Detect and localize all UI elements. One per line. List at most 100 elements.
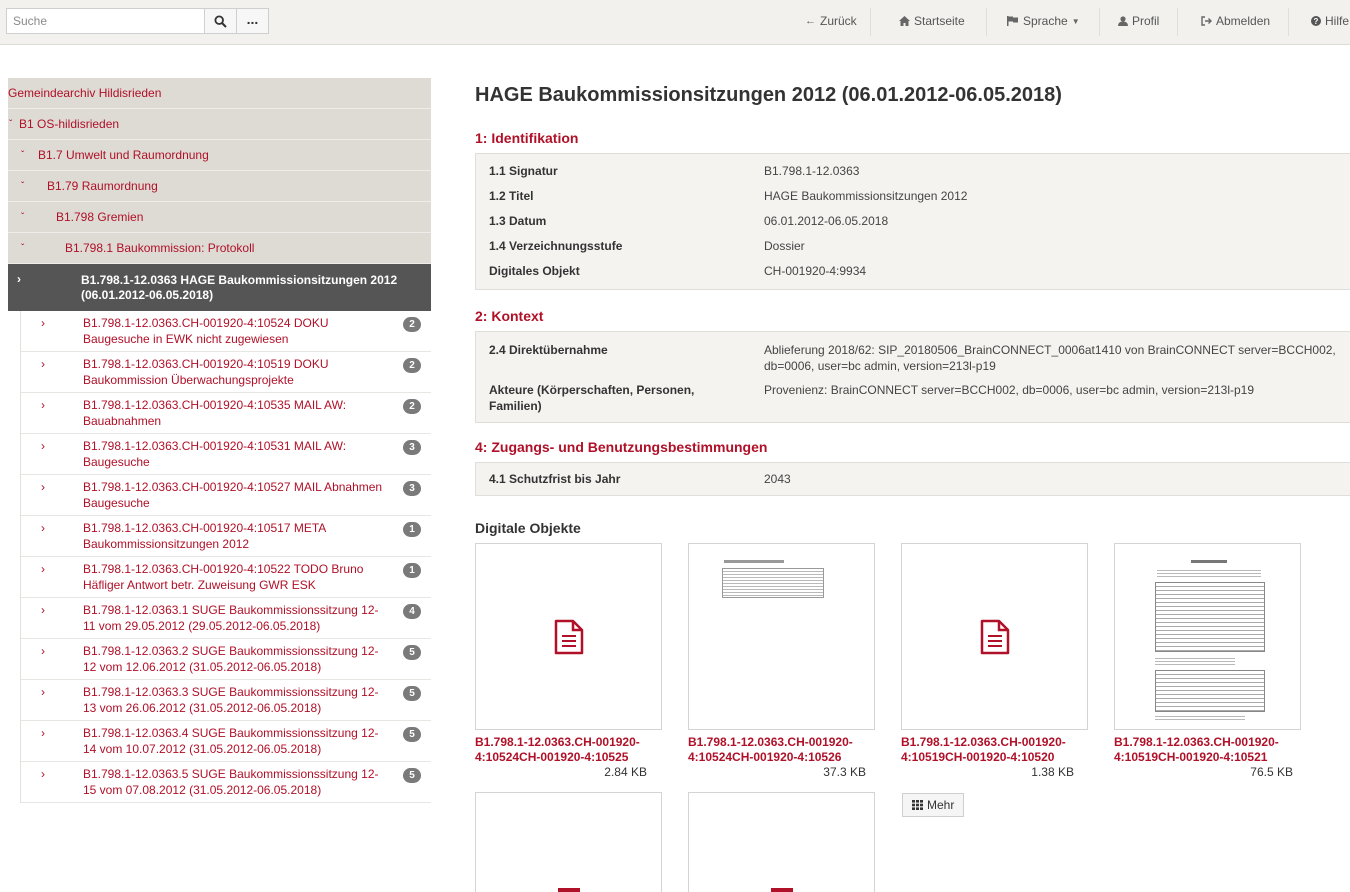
count-badge: 2 — [403, 317, 421, 332]
nav-help[interactable]: ? Hilfe — [1311, 14, 1349, 28]
caret-down-icon: ▼ — [1071, 16, 1080, 26]
section-title-context: 2: Kontext — [475, 308, 544, 324]
chevron-right-icon: › — [41, 357, 45, 371]
digital-object-link[interactable]: B1.798.1-12.0363.CH-001920-4:10524CH-001… — [475, 735, 665, 765]
tree-child-item[interactable]: › B1.798.1-12.0363.2 SUGE Baukommissionss… — [21, 639, 431, 680]
tree-child-label: B1.798.1-12.0363.3 SUGE Baukommissionssi… — [83, 685, 379, 715]
nav-profile[interactable]: Profil — [1118, 14, 1159, 28]
chevron-right-icon: › — [41, 726, 45, 740]
meta-row: 2.4 Direktübernahme Ablieferung 2018/62: … — [476, 342, 1350, 374]
tree-child-item[interactable]: › B1.798.1-12.0363.CH-001920-4:10531 MAIL… — [21, 434, 431, 475]
nav-language-dropdown[interactable]: Sprache ▼ — [1007, 14, 1080, 28]
tree-item-level-4[interactable]: ˇ B1.798 Gremien — [8, 202, 431, 233]
meta-row: 1.3 Datum 06.01.2012-06.05.2018 — [476, 208, 1350, 233]
tree-child-item[interactable]: › B1.798.1-12.0363.3 SUGE Baukommissionss… — [21, 680, 431, 721]
meta-value: Dossier — [764, 238, 805, 253]
tree-child-label: B1.798.1-12.0363.CH-001920-4:10524 DOKU … — [83, 316, 329, 346]
tree-child-item[interactable]: › B1.798.1-12.0363.1 SUGE Baukommissionss… — [21, 598, 431, 639]
flag-icon — [1007, 16, 1018, 26]
record-detail: HAGE Baukommissionsitzungen 2012 (06.01.… — [475, 80, 1350, 892]
nav-divider — [1177, 8, 1178, 36]
chevron-right-icon: › — [41, 644, 45, 658]
nav-divider — [1288, 8, 1289, 36]
more-button[interactable]: Mehr — [902, 793, 965, 817]
tree-item-label: B1.7 Umwelt und Raumordnung — [38, 148, 209, 162]
tree-child-label: B1.798.1-12.0363.2 SUGE Baukommissionssi… — [83, 644, 379, 674]
chevron-right-icon: › — [41, 685, 45, 699]
nav-profile-label: Profil — [1132, 14, 1160, 28]
tree-item-level-5[interactable]: ˇ B1.798.1 Baukommission: Protokoll — [8, 233, 431, 264]
digital-object-link[interactable]: B1.798.1-12.0363.CH-001920-4:10524CH-001… — [688, 735, 878, 765]
meta-row: Digitales Objekt CH-001920-4:9934 — [476, 258, 1350, 283]
count-badge: 5 — [403, 768, 421, 783]
meta-value: 2043 — [764, 472, 791, 486]
meta-row: 1.4 Verzeichnungsstufe Dossier — [476, 233, 1350, 258]
question-circle-icon: ? — [1311, 16, 1321, 26]
tree-child-item[interactable]: › B1.798.1-12.0363.CH-001920-4:10522 TODO… — [21, 557, 431, 598]
count-badge: 1 — [403, 563, 421, 578]
file-size: 37.3 KB — [823, 765, 866, 779]
top-navigation-bar: ... ← Zurück Startseite Sprache ▼ Profil — [0, 0, 1350, 45]
context-table: 2.4 Direktübernahme Ablieferung 2018/62: … — [475, 331, 1350, 423]
chevron-down-icon: ˇ — [9, 118, 13, 130]
digital-objects-title: Digitale Objekte — [475, 520, 581, 536]
digital-object-thumbnail[interactable] — [475, 543, 662, 730]
digital-object-thumbnail[interactable] — [688, 792, 875, 892]
chevron-right-icon: › — [41, 562, 45, 576]
digital-object-thumbnail[interactable] — [688, 543, 875, 730]
tree-item-level-3[interactable]: ˇ B1.79 Raumordnung — [8, 171, 431, 202]
tree-child-label: B1.798.1-12.0363.5 SUGE Baukommissionssi… — [83, 767, 379, 797]
count-badge: 5 — [403, 727, 421, 742]
meta-value: HAGE Baukommissionsitzungen 2012 — [764, 188, 968, 203]
section-title-identification: 1: Identifikation — [475, 130, 579, 146]
meta-value: B1.798.1-12.0363 — [764, 163, 860, 178]
section-title-access: 4: Zugangs- und Benutzungsbestimmungen — [475, 439, 768, 455]
meta-row: 1.1 Signatur B1.798.1-12.0363 — [476, 158, 1350, 183]
tree-child-item[interactable]: › B1.798.1-12.0363.CH-001920-4:10517 META… — [21, 516, 431, 557]
nav-back[interactable]: ← Zurück — [805, 14, 857, 28]
file-icon — [980, 619, 1009, 654]
digital-object-thumbnail[interactable] — [1114, 543, 1301, 730]
user-icon — [1118, 16, 1128, 26]
nav-home[interactable]: Startseite — [899, 14, 965, 28]
identification-table: 1.1 Signatur B1.798.1-12.0363 1.2 Titel HA… — [475, 153, 1350, 290]
digital-object-link[interactable]: B1.798.1-12.0363.CH-001920-4:10519CH-001… — [901, 735, 1091, 765]
tree-item-level-1[interactable]: ˇ B1 OS-hildisrieden — [8, 109, 431, 140]
tree-child-label: B1.798.1-12.0363.CH-001920-4:10522 TODO … — [83, 562, 364, 592]
digital-object-link[interactable]: B1.798.1-12.0363.CH-001920-4:10519CH-001… — [1114, 735, 1304, 765]
meta-row: 1.2 Titel HAGE Baukommissionsitzungen 201… — [476, 183, 1350, 208]
meta-row: 4.1 Schutzfrist bis Jahr 2043 — [476, 463, 1350, 495]
tree-item-level-2[interactable]: ˇ B1.7 Umwelt und Raumordnung — [8, 140, 431, 171]
search-icon — [214, 14, 227, 28]
count-badge: 4 — [403, 604, 421, 619]
meta-label: 2.4 Direktübernahme — [489, 343, 608, 357]
tree-child-item[interactable]: › B1.798.1-12.0363.CH-001920-4:10535 MAIL… — [21, 393, 431, 434]
tree-child-item[interactable]: › B1.798.1-12.0363.CH-001920-4:10527 MAIL… — [21, 475, 431, 516]
count-badge: 2 — [403, 358, 421, 373]
more-options-button[interactable]: ... — [237, 8, 269, 34]
nav-help-label: Hilfe — [1325, 14, 1350, 28]
file-icon — [554, 619, 583, 654]
tree-child-item[interactable]: › B1.798.1-12.0363.CH-001920-4:10524 DOKU… — [21, 311, 431, 352]
search-button[interactable] — [204, 8, 237, 34]
search-input[interactable] — [6, 8, 204, 34]
tree-item-archive[interactable]: Gemeindearchiv Hildisrieden — [8, 78, 431, 109]
digital-object-thumbnail[interactable] — [475, 792, 662, 892]
document-preview-image — [1142, 551, 1273, 722]
tree-child-label: B1.798.1-12.0363.CH-001920-4:10527 MAIL … — [83, 480, 383, 510]
tree-item-active[interactable]: › B1.798.1-12.0363 HAGE Baukommissionsit… — [8, 264, 431, 311]
chevron-right-icon: › — [41, 398, 45, 412]
tree-child-item[interactable]: › B1.798.1-12.0363.5 SUGE Baukommissionss… — [21, 762, 431, 803]
svg-text:?: ? — [1314, 17, 1319, 26]
nav-divider — [870, 8, 871, 36]
more-button-label: Mehr — [927, 798, 955, 812]
tree-child-item[interactable]: › B1.798.1-12.0363.CH-001920-4:10519 DOKU… — [21, 352, 431, 393]
access-table: 4.1 Schutzfrist bis Jahr 2043 — [475, 462, 1350, 496]
tree-child-label: B1.798.1-12.0363.1 SUGE Baukommissionssi… — [83, 603, 379, 633]
digital-object-thumbnail[interactable] — [901, 543, 1088, 730]
nav-logout[interactable]: Abmelden — [1201, 14, 1270, 28]
tree-child-item[interactable]: › B1.798.1-12.0363.4 SUGE Baukommissionss… — [21, 721, 431, 762]
meta-row: Akteure (Körperschaften, Personen, Famil… — [476, 382, 1350, 414]
tree-child-label: B1.798.1-12.0363.CH-001920-4:10517 META … — [83, 521, 326, 551]
nav-back-label: Zurück — [820, 14, 857, 28]
